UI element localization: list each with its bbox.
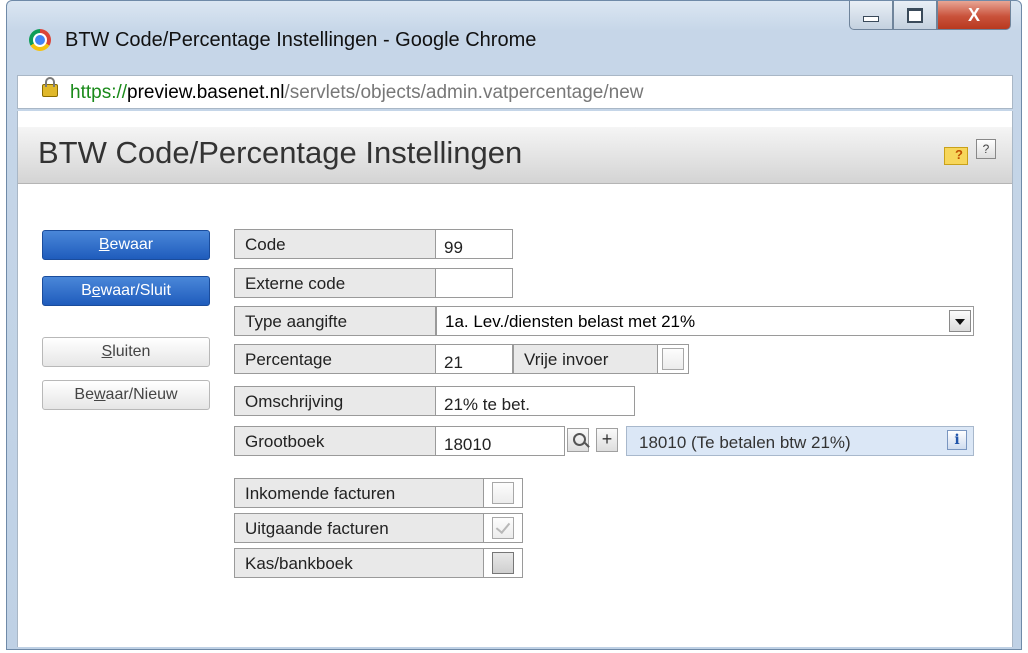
- code-input[interactable]: 99: [435, 229, 513, 259]
- save-accesskey: B: [98, 236, 110, 253]
- close-window-button[interactable]: X: [937, 1, 1011, 30]
- ledger-description: 18010 (Te betalen btw 21%) i: [626, 426, 974, 456]
- close-icon: X: [967, 4, 980, 25]
- window-controls: X: [849, 1, 1011, 30]
- outgoing-invoices-checkbox[interactable]: [492, 517, 514, 539]
- search-icon: [573, 433, 586, 446]
- maximize-button[interactable]: [893, 1, 937, 30]
- type-label: Type aangifte: [234, 306, 436, 336]
- save-new-accesskey: w: [93, 386, 106, 403]
- type-select-value: 1a. Lev./diensten belast met 21%: [445, 312, 696, 331]
- save-close-label-pre: B: [81, 282, 92, 299]
- free-input-label: Vrije invoer: [513, 344, 658, 374]
- mail-help-icon[interactable]: [944, 147, 968, 165]
- code-label: Code: [234, 229, 436, 259]
- cash-bank-label: Kas/bankboek: [234, 548, 484, 578]
- ledger-search-button[interactable]: [567, 428, 589, 452]
- close-accesskey: S: [101, 343, 113, 360]
- maximize-icon: [907, 7, 923, 23]
- save-close-label-post: waar/Sluit: [100, 282, 171, 299]
- ledger-description-text: 18010 (Te betalen btw 21%): [639, 433, 851, 452]
- ledger-input[interactable]: 18010: [435, 426, 565, 456]
- save-close-button[interactable]: Bewaar/Sluit: [42, 276, 210, 306]
- save-new-label-pre: Be: [74, 386, 94, 403]
- description-label: Omschrijving: [234, 386, 436, 416]
- save-close-accesskey: e: [91, 282, 101, 299]
- free-input-checkbox[interactable]: [662, 348, 684, 370]
- incoming-invoices-checkbox[interactable]: [492, 482, 514, 504]
- percentage-label: Percentage: [234, 344, 436, 374]
- percentage-input[interactable]: 21: [435, 344, 513, 374]
- address-bar[interactable]: https://preview.basenet.nl/servlets/obje…: [17, 75, 1013, 109]
- type-select[interactable]: 1a. Lev./diensten belast met 21%: [436, 306, 974, 336]
- incoming-invoices-cell: [483, 478, 523, 508]
- free-input-cell: [657, 344, 689, 374]
- url-host: preview.basenet.nl: [127, 82, 285, 103]
- chevron-down-icon[interactable]: [949, 310, 971, 332]
- window-title: BTW Code/Percentage Instellingen - Googl…: [65, 29, 537, 51]
- minimize-icon: [863, 16, 879, 22]
- help-icon[interactable]: ?: [976, 139, 996, 159]
- url-text[interactable]: https://preview.basenet.nl/servlets/obje…: [70, 82, 644, 104]
- external-code-input[interactable]: [435, 268, 513, 298]
- save-button[interactable]: Bewaar: [42, 230, 210, 260]
- external-code-label: Externe code: [234, 268, 436, 298]
- title-bar: BTW Code/Percentage Instellingen - Googl…: [7, 1, 1021, 71]
- page-title: BTW Code/Percentage Instellingen: [38, 135, 523, 170]
- save-new-label-post: aar/Nieuw: [105, 386, 178, 403]
- url-path: /servlets/objects/admin.vatpercentage/ne…: [284, 82, 644, 103]
- info-icon[interactable]: i: [947, 430, 967, 450]
- incoming-invoices-label: Inkomende facturen: [234, 478, 484, 508]
- cash-bank-checkbox[interactable]: [492, 552, 514, 574]
- ledger-label: Grootboek: [234, 426, 436, 456]
- plus-icon: +: [601, 429, 613, 449]
- close-button[interactable]: Sluiten: [42, 337, 210, 367]
- lock-icon: [42, 77, 58, 97]
- ledger-add-button[interactable]: +: [596, 428, 618, 452]
- cash-bank-cell: [483, 548, 523, 578]
- description-input[interactable]: 21% te bet.: [435, 386, 635, 416]
- minimize-button[interactable]: [849, 1, 893, 30]
- outgoing-invoices-cell: [483, 513, 523, 543]
- close-label-post: luiten: [112, 343, 151, 360]
- outgoing-invoices-label: Uitgaande facturen: [234, 513, 484, 543]
- save-new-button[interactable]: Bewaar/Nieuw: [42, 380, 210, 410]
- chrome-logo-icon: [29, 29, 51, 51]
- save-label-post: ewaar: [109, 236, 154, 253]
- url-scheme: https://: [70, 82, 128, 103]
- page-header: BTW Code/Percentage Instellingen ?: [18, 127, 1012, 184]
